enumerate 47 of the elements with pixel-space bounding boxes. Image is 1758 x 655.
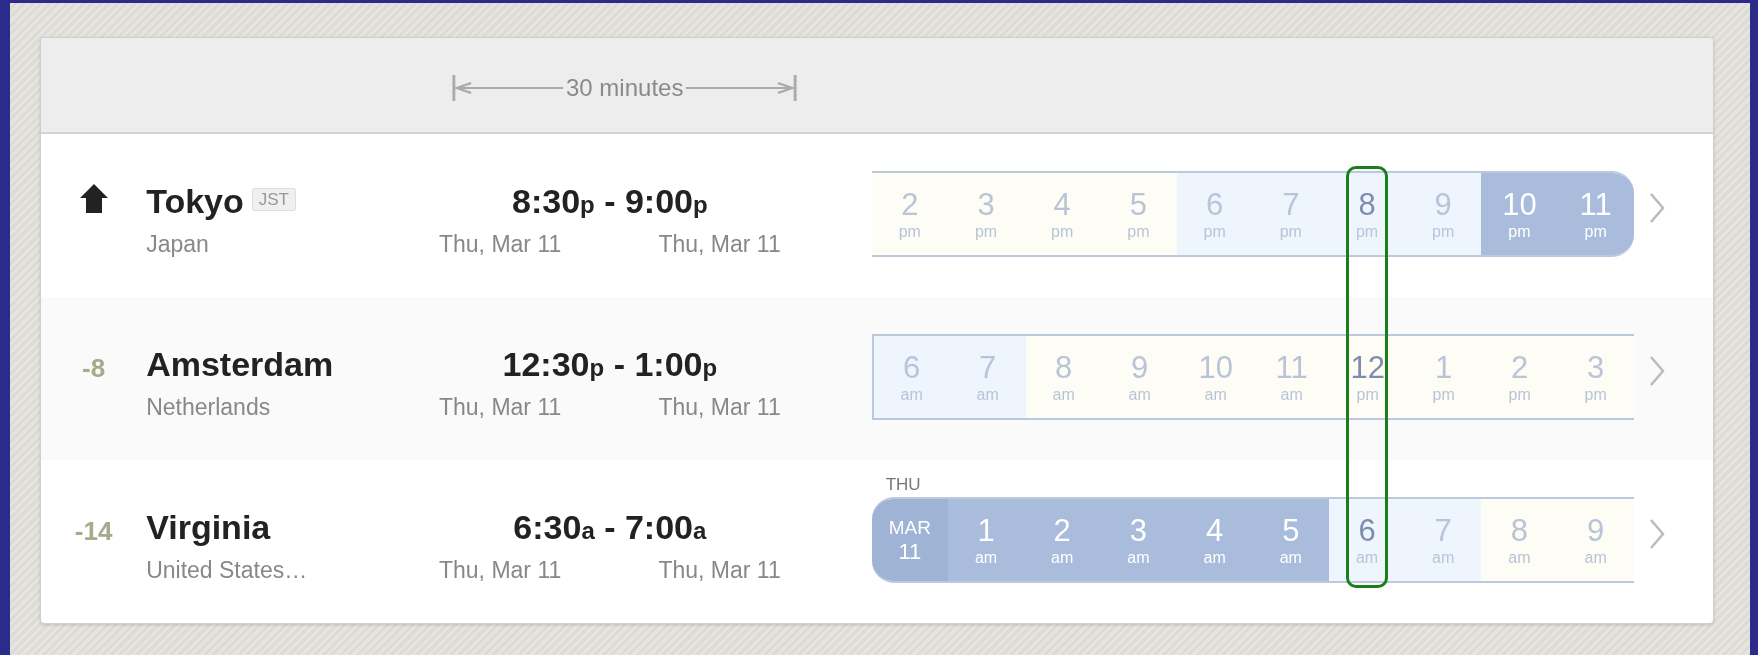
home-icon (78, 182, 109, 214)
country-name: Netherlands (146, 393, 272, 422)
city-name: Amsterdam (146, 345, 334, 383)
country-name: Japan (146, 230, 210, 259)
time-range: 8:30p - 9:00p (511, 181, 709, 222)
chevron-right-icon[interactable] (1647, 191, 1666, 225)
hour-cell: 4 am (1176, 499, 1253, 581)
hour-cell: 8 am (1025, 336, 1102, 418)
city-name: Tokyo (146, 182, 244, 220)
city-name: Virginia (146, 508, 271, 546)
hour-cell: 3 pm (947, 173, 1025, 255)
start-date: Thu, Mar 11 (438, 393, 562, 422)
end-date: Thu, Mar 11 (658, 230, 781, 259)
hour-cell: 8 am (1481, 499, 1558, 581)
span-label: 30 minutes (566, 73, 684, 103)
hour-cell: 3 am (1100, 499, 1177, 581)
day-label: THU (885, 475, 921, 494)
left-arrow-icon (451, 73, 566, 103)
end-date: Thu, Mar 11 (658, 393, 781, 422)
hour-cell: 10 pm (1481, 173, 1558, 255)
hour-cell: 5 pm (1100, 173, 1177, 255)
time-range: 6:30a - 7:00a (512, 507, 708, 548)
hour-cell: 4 pm (1024, 173, 1101, 255)
timezone-badge: JST (251, 188, 296, 211)
date-cell: MAR 11 (871, 499, 948, 581)
hour-cell: 11 pm (1557, 173, 1634, 255)
hour-cell: 2 pm (871, 173, 948, 255)
hour-cell: 2 pm (1481, 336, 1558, 418)
hour-cell: 3 pm (1557, 336, 1634, 418)
chevron-right-icon[interactable] (1647, 354, 1666, 388)
hour-cell: 1 pm (1405, 336, 1482, 418)
start-date: Thu, Mar 11 (438, 556, 562, 585)
hour-cell: 1 am (947, 499, 1025, 581)
hour-cell: 11 am (1253, 336, 1330, 418)
utc-offset: -14 (74, 515, 113, 548)
utc-offset: -8 (82, 352, 106, 385)
hour-cell: 9 am (1101, 336, 1178, 418)
chevron-right-icon[interactable] (1647, 517, 1666, 551)
country-name: United States… (146, 556, 309, 585)
start-date: Thu, Mar 11 (438, 230, 562, 259)
hour-cell: 5 am (1252, 499, 1329, 581)
hour-cell: 2 am (1024, 499, 1101, 581)
hour-cell: 10 am (1177, 336, 1254, 418)
time-range: 12:30p - 1:00p (501, 344, 719, 385)
right-arrow-icon (683, 73, 799, 103)
end-date: Thu, Mar 11 (658, 556, 781, 585)
hour-cell: 9 am (1557, 499, 1634, 581)
